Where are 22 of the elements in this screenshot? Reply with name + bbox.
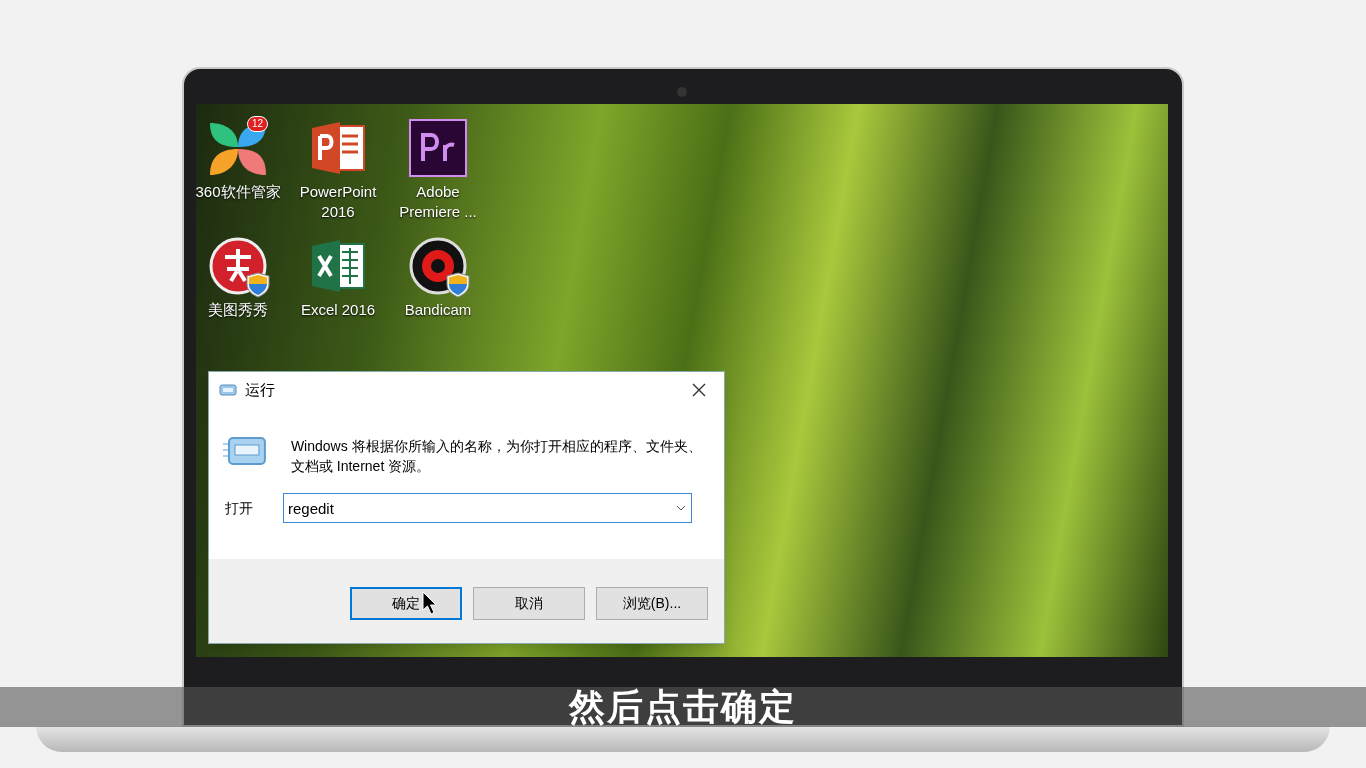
app-icon[interactable] xyxy=(310,238,366,294)
close-icon xyxy=(692,383,706,397)
run-icon xyxy=(219,383,237,397)
dialog-button[interactable]: 浏览(B)... xyxy=(596,586,708,620)
app-icon[interactable] xyxy=(409,119,467,177)
mouse-pointer-icon xyxy=(422,591,438,615)
icon-label[interactable]: 360软件管家 xyxy=(196,182,286,202)
subtitle-text: 然后点击确定 xyxy=(569,687,797,727)
dropdown-chevron-icon xyxy=(676,505,686,511)
command-field[interactable]: regedit xyxy=(283,493,692,523)
icon-label[interactable]: PowerPoint 2016 xyxy=(290,182,386,222)
dialog-description: Windows 将根据你所输入的名称，为你打开相应的程序、文件夹、文档或 Internet 资源。 xyxy=(290,437,703,476)
dialog-title: 运行 xyxy=(245,379,275,400)
open-label: 打开 xyxy=(225,498,253,518)
run-program-icon xyxy=(223,436,267,466)
icon-label[interactable]: Bandicam xyxy=(390,300,486,320)
icon-label[interactable]: 美图秀秀 xyxy=(196,300,286,320)
dialog-button[interactable]: 确定 xyxy=(350,586,462,620)
icon-label[interactable]: Adobe Premiere ... xyxy=(390,182,486,222)
dialog-button[interactable]: 取消 xyxy=(473,586,585,620)
icon-label[interactable]: Excel 2016 xyxy=(290,300,386,320)
app-icon[interactable] xyxy=(310,120,366,176)
